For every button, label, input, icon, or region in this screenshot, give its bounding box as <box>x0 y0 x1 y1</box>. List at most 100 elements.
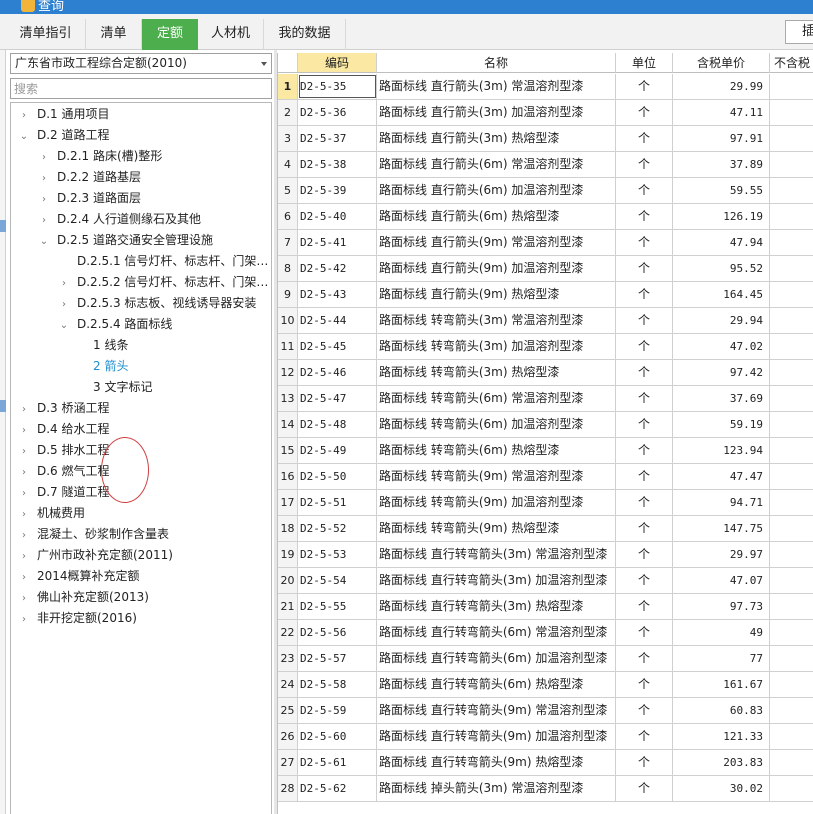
tree-node[interactable]: › D.7 隧道工程 <box>17 482 110 502</box>
chevron-down-icon[interactable]: ⌄ <box>17 127 31 147</box>
tree-node[interactable]: › D.6 燃气工程 <box>17 461 110 481</box>
tree-node[interactable]: ⌄ D.2.5.4 路面标线 <box>57 314 173 336</box>
chevron-right-icon[interactable]: › <box>37 148 51 168</box>
chevron-right-icon[interactable]: › <box>17 106 31 126</box>
table-row[interactable]: 2 D2-5-36 路面标线 直行箭头(3m) 加温溶剂型漆个 47.11 <box>278 100 813 126</box>
tree-node[interactable]: › 混凝土、砂浆制作含量表 <box>17 524 169 544</box>
table-row[interactable]: 8 D2-5-42 路面标线 直行箭头(9m) 加温溶剂型漆个 95.52 <box>278 256 813 282</box>
table-row[interactable]: 25 D2-5-59 路面标线 直行转弯箭头(9m) 常温溶剂型漆个 60.83 <box>278 698 813 724</box>
table-row[interactable]: 6 D2-5-40 路面标线 直行箭头(6m) 热熔型漆个 126.19 <box>278 204 813 230</box>
column-header-price-with-tax[interactable]: 含税单价 <box>673 53 770 73</box>
table-row[interactable]: 21 D2-5-55 路面标线 直行转弯箭头(3m) 热熔型漆个 97.73 <box>278 594 813 620</box>
tab-quota[interactable]: 定额 <box>142 19 198 50</box>
tab-my-data[interactable]: 我的数据 <box>264 19 346 50</box>
chevron-right-icon[interactable]: › <box>17 400 31 420</box>
chevron-down-icon[interactable]: ⌄ <box>37 232 51 252</box>
table-row[interactable]: 14 D2-5-48 路面标线 转弯箭头(6m) 加温溶剂型漆个 59.19 <box>278 412 813 438</box>
table-row[interactable]: 12 D2-5-46 路面标线 转弯箭头(3m) 热熔型漆个 97.42 <box>278 360 813 386</box>
tree-node[interactable]: › D.2.2 道路基层 <box>37 167 141 187</box>
table-row[interactable]: 26 D2-5-60 路面标线 直行转弯箭头(9m) 加温溶剂型漆个 121.33 <box>278 724 813 750</box>
table-row[interactable]: 5 D2-5-39 路面标线 直行箭头(6m) 加温溶剂型漆个 59.55 <box>278 178 813 204</box>
tree-node[interactable]: 2 箭头 <box>77 356 128 376</box>
column-header-price-without-tax[interactable]: 不含税 <box>770 53 813 73</box>
column-header-name[interactable]: 名称 <box>377 53 616 73</box>
table-row[interactable]: 3 D2-5-37 路面标线 直行箭头(3m) 热熔型漆个 97.91 <box>278 126 813 152</box>
chevron-right-icon[interactable]: › <box>37 190 51 210</box>
price-without-tax <box>770 516 813 541</box>
row-index: 9 <box>278 282 298 307</box>
tab-bill[interactable]: 清单 <box>86 19 142 50</box>
table-row[interactable]: 7 D2-5-41 路面标线 直行箭头(9m) 常温溶剂型漆个 47.94 <box>278 230 813 256</box>
chevron-right-icon[interactable]: › <box>17 442 31 462</box>
chevron-right-icon[interactable]: › <box>57 274 71 294</box>
chevron-right-icon[interactable]: › <box>37 169 51 189</box>
quota-tree[interactable]: › D.1 通用项目 ⌄ D.2 道路工程 › D.2.1 路床(槽)整形 › D.2.2 道… <box>10 102 272 814</box>
tree-node[interactable]: › 广州市政补充定额(2011) <box>17 545 173 565</box>
table-row[interactable]: 17 D2-5-51 路面标线 转弯箭头(9m) 加温溶剂型漆个 94.71 <box>278 490 813 516</box>
chevron-down-icon[interactable]: ⌄ <box>57 316 71 336</box>
tree-node[interactable]: 3 文字标记 <box>77 377 152 397</box>
tree-node[interactable]: ›D.2.5.1 信号灯杆、标志杆、门架… <box>57 251 268 271</box>
chevron-right-icon[interactable]: › <box>17 526 31 546</box>
row-index: 6 <box>278 204 298 229</box>
quota-name: 路面标线 直行箭头(3m) 常温溶剂型漆 <box>377 74 616 99</box>
table-row[interactable]: 20 D2-5-54 路面标线 直行转弯箭头(3m) 加温溶剂型漆个 47.07 <box>278 568 813 594</box>
tree-node[interactable]: › D.4 给水工程 <box>17 419 110 439</box>
column-header-code[interactable]: 编码 <box>298 53 377 73</box>
table-row[interactable]: 11 D2-5-45 路面标线 转弯箭头(3m) 加温溶剂型漆个 47.02 <box>278 334 813 360</box>
tree-node[interactable]: › D.2.5.3 标志板、视线诱导器安装 <box>57 293 256 313</box>
quota-code: D2-5-41 <box>298 230 377 255</box>
tree-node[interactable]: 1 线条 <box>77 335 128 355</box>
table-row[interactable]: 16 D2-5-50 路面标线 转弯箭头(9m) 常温溶剂型漆个 47.47 <box>278 464 813 490</box>
chevron-right-icon[interactable]: › <box>17 568 31 588</box>
table-row[interactable]: 28 D2-5-62 路面标线 掉头箭头(3m) 常温溶剂型漆个 30.02 <box>278 776 813 802</box>
chevron-right-icon[interactable]: › <box>17 610 31 630</box>
tree-node[interactable]: › 非开挖定额(2016) <box>17 608 137 628</box>
table-row[interactable]: 13 D2-5-47 路面标线 转弯箭头(6m) 常温溶剂型漆个 37.69 <box>278 386 813 412</box>
chevron-right-icon[interactable]: › <box>17 463 31 483</box>
column-header-unit[interactable]: 单位 <box>616 53 673 73</box>
tree-node[interactable]: › D.2.5.2 信号灯杆、标志杆、门架… <box>57 272 268 292</box>
chevron-right-icon[interactable]: › <box>57 295 71 315</box>
table-row[interactable]: 10 D2-5-44 路面标线 转弯箭头(3m) 常温溶剂型漆个 29.94 <box>278 308 813 334</box>
table-row[interactable]: 15 D2-5-49 路面标线 转弯箭头(6m) 热熔型漆个 123.94 <box>278 438 813 464</box>
tree-node[interactable]: › D.1 通用项目 <box>17 104 110 124</box>
tree-node[interactable]: › D.5 排水工程 <box>17 440 110 460</box>
quota-database-value: 广东省市政工程综合定额(2010) <box>15 56 187 70</box>
price-with-tax: 29.94 <box>673 308 770 333</box>
quota-name: 路面标线 直行转弯箭头(6m) 常温溶剂型漆 <box>377 620 616 645</box>
quota-database-select[interactable]: 广东省市政工程综合定额(2010) <box>10 53 272 74</box>
tree-node[interactable]: › D.3 桥涵工程 <box>17 398 110 418</box>
tab-labor-material-machine[interactable]: 人材机 <box>198 19 264 50</box>
tree-node[interactable]: › D.2.4 人行道侧缘石及其他 <box>37 209 201 229</box>
tab-bill-guide[interactable]: 清单指引 <box>6 19 86 50</box>
tree-node[interactable]: ⌄ D.2 道路工程 <box>17 125 110 145</box>
table-row[interactable]: 18 D2-5-52 路面标线 转弯箭头(9m) 热熔型漆个 147.75 <box>278 516 813 542</box>
table-row[interactable]: 24 D2-5-58 路面标线 直行转弯箭头(6m) 热熔型漆个 161.67 <box>278 672 813 698</box>
tree-node[interactable]: › 佛山补充定额(2013) <box>17 587 149 607</box>
price-without-tax <box>770 204 813 229</box>
tree-node[interactable]: ⌄ D.2.5 道路交通安全管理设施 <box>37 230 213 250</box>
tree-node[interactable]: › D.2.1 路床(槽)整形 <box>37 146 162 166</box>
table-row[interactable]: 22 D2-5-56 路面标线 直行转弯箭头(6m) 常温溶剂型漆个 49 <box>278 620 813 646</box>
tree-node[interactable]: › 2014概算补充定额 <box>17 566 140 586</box>
tree-node[interactable]: › D.2.3 道路面层 <box>37 188 141 208</box>
table-row[interactable]: 19 D2-5-53 路面标线 直行转弯箭头(3m) 常温溶剂型漆个 29.97 <box>278 542 813 568</box>
table-row[interactable]: 1 D2-5-35 路面标线 直行箭头(3m) 常温溶剂型漆个 29.99 <box>278 74 813 100</box>
chevron-right-icon[interactable]: › <box>37 211 51 231</box>
table-row[interactable]: 23 D2-5-57 路面标线 直行转弯箭头(6m) 加温溶剂型漆个 77 <box>278 646 813 672</box>
chevron-right-icon[interactable]: › <box>17 589 31 609</box>
price-with-tax: 47.11 <box>673 100 770 125</box>
search-input[interactable] <box>10 78 272 99</box>
chevron-right-icon[interactable]: › <box>17 484 31 504</box>
chevron-right-icon[interactable]: › <box>17 547 31 567</box>
price-with-tax: 37.89 <box>673 152 770 177</box>
chevron-right-icon[interactable]: › <box>17 421 31 441</box>
table-row[interactable]: 9 D2-5-43 路面标线 直行箭头(9m) 热熔型漆个 164.45 <box>278 282 813 308</box>
chevron-right-icon[interactable]: › <box>17 505 31 525</box>
price-with-tax: 60.83 <box>673 698 770 723</box>
table-row[interactable]: 27 D2-5-61 路面标线 直行转弯箭头(9m) 热熔型漆个 203.83 <box>278 750 813 776</box>
tree-node[interactable]: › 机械费用 <box>17 503 85 523</box>
table-row[interactable]: 4 D2-5-38 路面标线 直行箭头(6m) 常温溶剂型漆个 37.89 <box>278 152 813 178</box>
insert-button[interactable]: 插 <box>785 20 813 44</box>
